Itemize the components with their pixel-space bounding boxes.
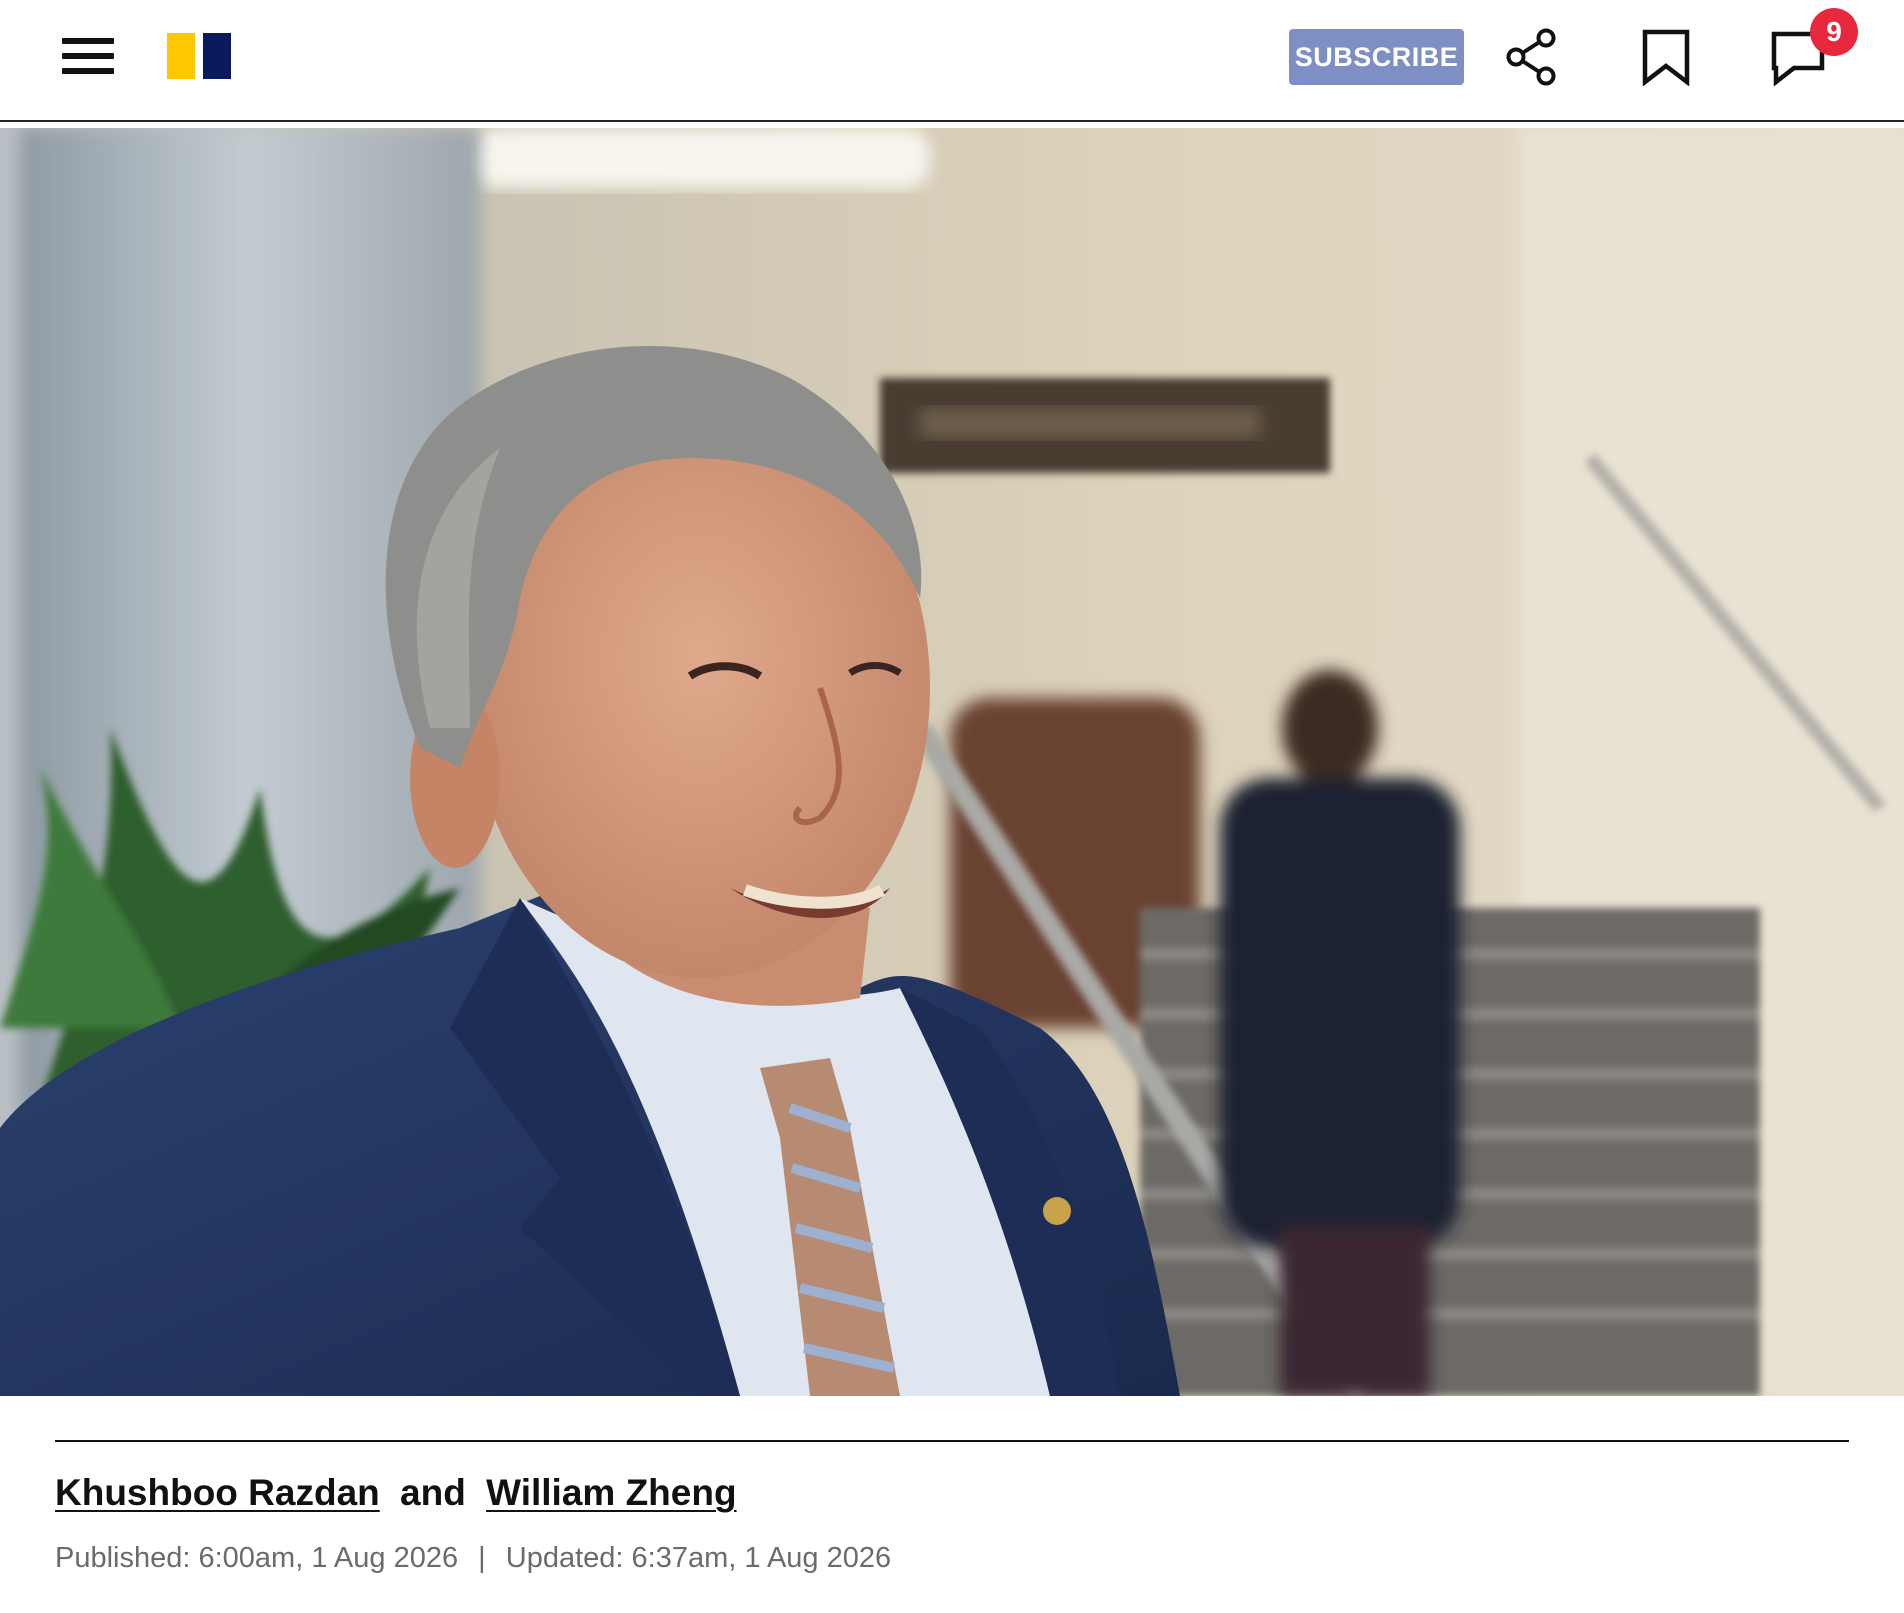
top-nav-bar: SUBSCRIBE 9 — [0, 0, 1904, 122]
author-link-1[interactable]: Khushboo Razdan — [55, 1472, 380, 1513]
subscribe-button[interactable]: SUBSCRIBE — [1289, 29, 1464, 85]
published-timestamp: Published: 6:00am, 1 Aug 2026 — [55, 1542, 459, 1574]
author-joiner: and — [400, 1472, 466, 1513]
date-separator: | — [478, 1542, 486, 1574]
bookmark-icon[interactable] — [1640, 28, 1692, 87]
hamburger-menu-icon[interactable] — [62, 34, 114, 78]
author-link-2[interactable]: William Zheng — [486, 1472, 736, 1513]
article-page: SUBSCRIBE 9 Khushboo Razdan and William … — [0, 0, 1904, 1613]
comments-count-badge[interactable]: 9 — [1810, 8, 1858, 56]
article-divider — [55, 1440, 1849, 1442]
share-icon[interactable] — [1504, 28, 1560, 86]
byline: Khushboo Razdan and William Zheng — [55, 1472, 737, 1514]
publish-dates: Published: 6:00am, 1 Aug 2026 | Updated:… — [55, 1542, 891, 1575]
publication-logo[interactable] — [167, 33, 231, 79]
hero-photo: i — [0, 128, 1904, 1396]
updated-timestamp: Updated: 6:37am, 1 Aug 2026 — [505, 1542, 892, 1574]
hero-photo-illustration — [0, 128, 1904, 1396]
